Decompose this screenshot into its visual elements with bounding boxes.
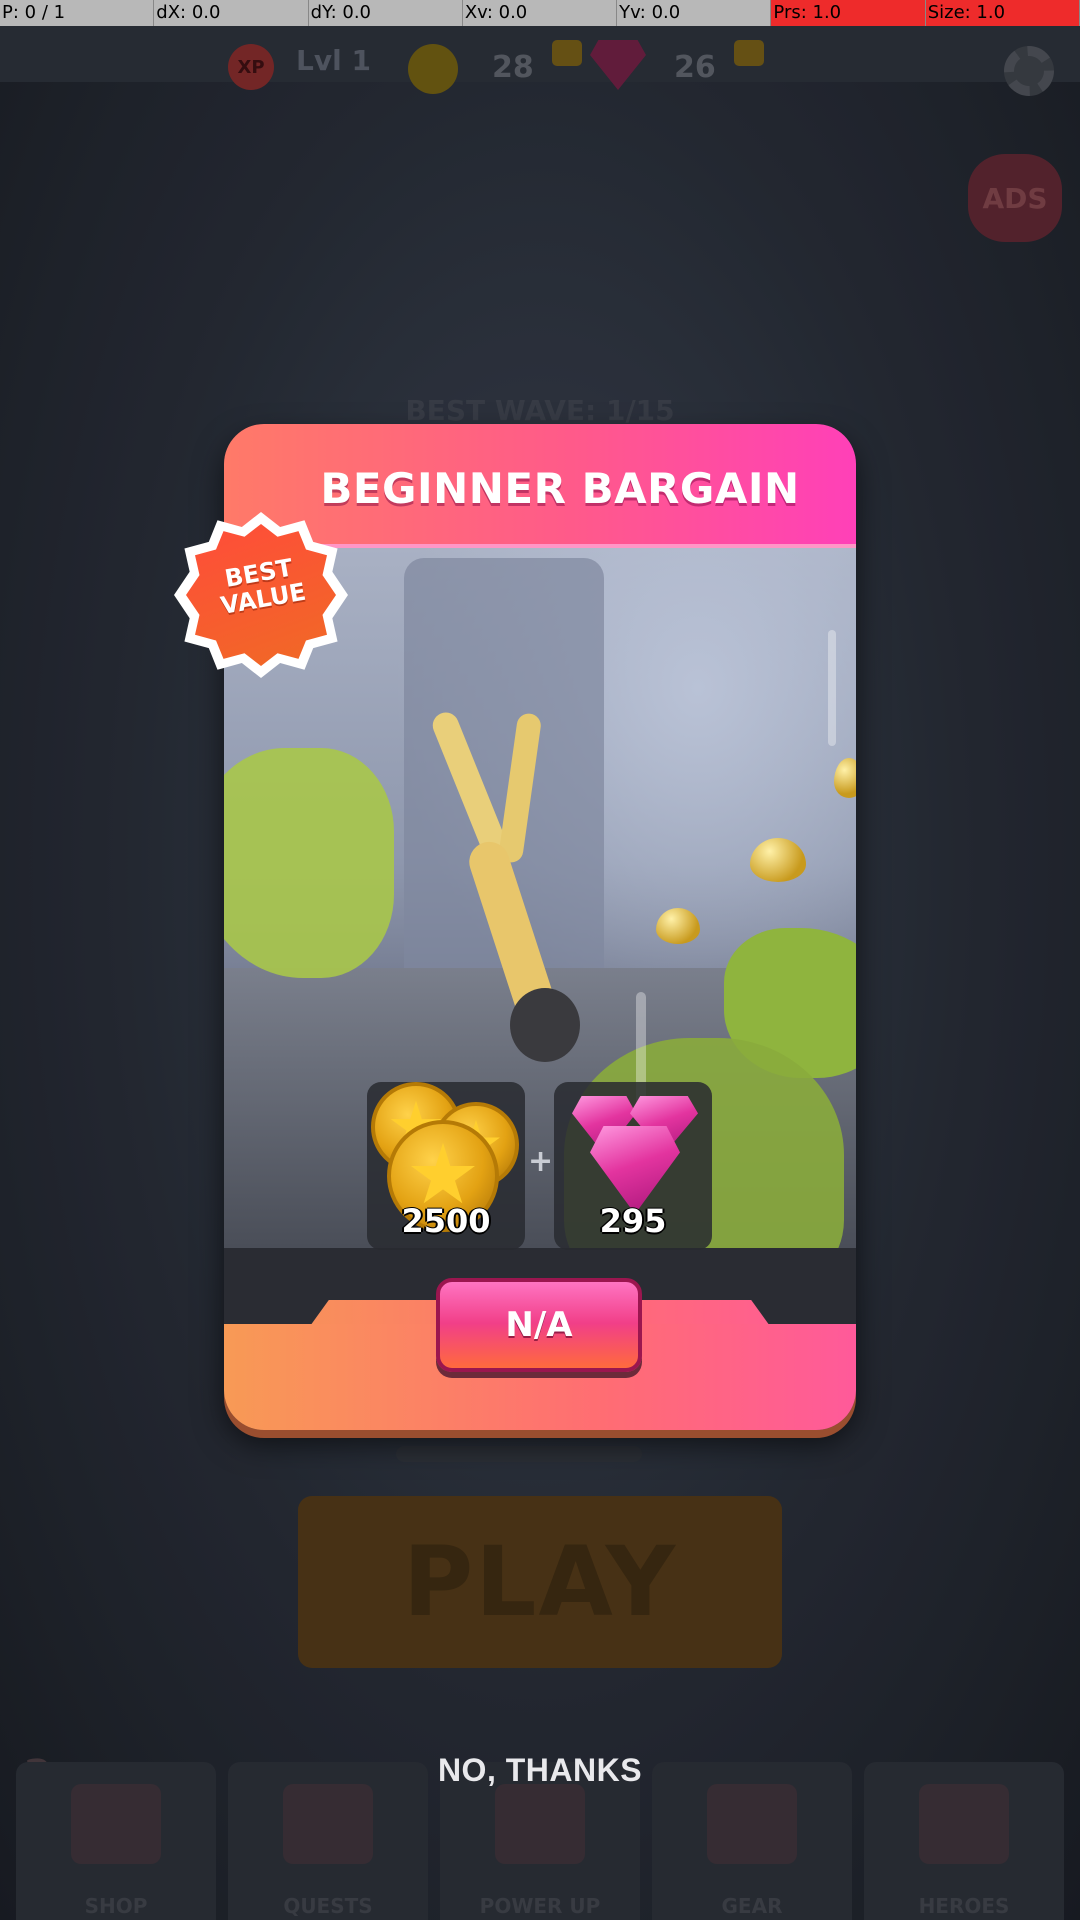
golden-bullet bbox=[750, 838, 806, 882]
coins-amount: 2500 bbox=[401, 1202, 491, 1240]
pointer-count: P: 0 / 1 bbox=[0, 0, 155, 26]
coins-reward: 2500 bbox=[367, 1082, 525, 1250]
velocity-y: Yv: 0.0 bbox=[617, 0, 772, 26]
plus-icon: + bbox=[528, 1144, 554, 1179]
pressure: Prs: 1.0 bbox=[771, 0, 926, 26]
offer-title: BEGINNER BARGAIN bbox=[320, 464, 800, 513]
no-thanks-button[interactable]: NO, THANKS bbox=[390, 1752, 690, 1792]
golden-bullet bbox=[656, 908, 700, 944]
delta-x: dX: 0.0 bbox=[154, 0, 309, 26]
golden-bullet bbox=[834, 758, 856, 798]
gems-reward: 295 bbox=[554, 1082, 712, 1250]
delta-y: dY: 0.0 bbox=[308, 0, 463, 26]
offer-header: BEGINNER BARGAIN bbox=[224, 424, 856, 548]
velocity-x: Xv: 0.0 bbox=[462, 0, 618, 26]
pointer-debug-bar: P: 0 / 1 dX: 0.0 dY: 0.0 Xv: 0.0 Yv: 0.0… bbox=[0, 0, 1080, 26]
stickman-head bbox=[510, 988, 580, 1062]
touch-size: Size: 1.0 bbox=[925, 0, 1080, 26]
offer-artwork bbox=[224, 548, 856, 1248]
scroll-handle[interactable] bbox=[828, 630, 836, 746]
gems-icon bbox=[590, 1126, 680, 1214]
zombie-hand-left bbox=[224, 748, 394, 978]
purchase-button[interactable]: N/A bbox=[436, 1278, 642, 1372]
gems-amount: 295 bbox=[599, 1202, 667, 1240]
